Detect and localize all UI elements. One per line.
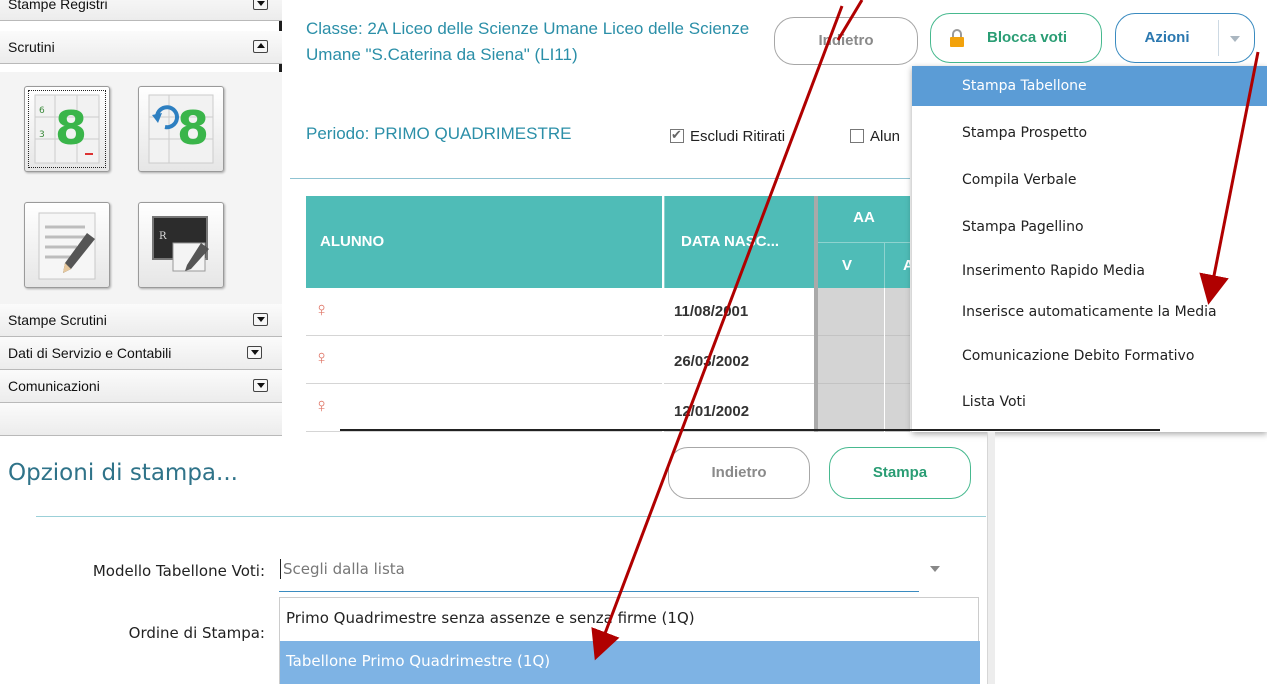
voti-proposti-tile[interactable]: 6 3 8 — [24, 86, 110, 172]
scrutinio-table: ALUNNO DATA NASC... AA V A ♀ 11/08/2001 … — [306, 196, 910, 432]
sidebar-section-label: Scrutini — [8, 39, 55, 55]
sidebar-section-label: Comunicazioni — [8, 378, 100, 394]
screenshot-separator — [340, 429, 1160, 431]
blocca-voti-button[interactable]: Blocca voti — [930, 13, 1102, 63]
menu-item-inserimento-rapido-media[interactable]: Inserimento Rapido Media — [912, 251, 1267, 291]
scrollbar[interactable] — [987, 432, 995, 684]
menu-item-stampa-tabellone[interactable]: Stampa Tabellone — [912, 66, 1267, 106]
expand-icon[interactable] — [253, 313, 268, 326]
print-options-title: Opzioni di stampa... — [8, 460, 238, 486]
blackboard-icon: R — [152, 216, 209, 272]
menu-item-debito-formativo[interactable]: Comunicazione Debito Formativo — [912, 336, 1267, 376]
sidebar-section-label: Stampe Scrutini — [8, 312, 107, 328]
grade-cell[interactable] — [818, 384, 884, 432]
voti-finali-tile[interactable]: 8 — [138, 86, 224, 172]
modello-options-list: Primo Quadrimestre senza assenze e senza… — [279, 597, 980, 684]
subheader-v: V — [818, 242, 884, 288]
sidebar-section-stampe-scrutini[interactable]: Stampe Scrutini — [0, 304, 282, 337]
female-icon: ♀ — [306, 336, 662, 384]
class-title: Classe: 2A Liceo delle Scienze Umane Lic… — [306, 19, 750, 64]
svg-text:R: R — [159, 231, 167, 242]
header-label: AA — [853, 209, 875, 226]
sidebar-section-comunicazioni[interactable]: Comunicazioni — [0, 370, 282, 403]
menu-item-stampa-pagellino[interactable]: Stampa Pagellino — [912, 207, 1267, 247]
sidebar-section-stampe-registri[interactable]: Stampe Registri — [0, 0, 282, 21]
female-icon: ♀ — [306, 288, 662, 336]
menu-item-compila-verbale[interactable]: Compila Verbale — [912, 160, 1267, 200]
expand-icon[interactable] — [247, 346, 262, 359]
section-divider — [36, 516, 986, 517]
expand-icon[interactable] — [253, 379, 268, 392]
checkbox-label: Escludi Ritirati — [690, 128, 786, 145]
sidebar-section-label: Dati di Servizio e Contabili — [8, 345, 172, 361]
column-header-aa[interactable]: AA — [818, 196, 910, 242]
indietro-button[interactable]: Indietro — [668, 447, 810, 499]
column-header-alunno[interactable]: ALUNNO — [306, 196, 662, 288]
grade-cell[interactable] — [885, 336, 910, 384]
menu-item-inserisce-media[interactable]: Inserisce automaticamente la Media — [912, 292, 1267, 332]
menu-item-lista-voti[interactable]: Lista Voti — [912, 382, 1267, 422]
azioni-dropdown-menu: Stampa Tabellone Stampa Prospetto Compil… — [912, 66, 1267, 432]
modello-select-input[interactable]: Scegli dalla lista — [280, 559, 405, 579]
checkbox-label: Alun — [870, 128, 901, 145]
checkbox-unchecked-icon[interactable] — [850, 129, 864, 143]
grade-cell[interactable] — [885, 288, 910, 336]
sidebar-section-label: Stampe Registri — [8, 0, 108, 12]
option-primo-quadrimestre-senza-assenze[interactable]: Primo Quadrimestre senza assenze e senza… — [280, 598, 980, 639]
birth-date: 26/03/2002 — [664, 336, 814, 384]
button-label: Indietro — [818, 32, 874, 49]
svg-text:6: 6 — [39, 106, 45, 116]
menu-item-stampa-prospetto[interactable]: Stampa Prospetto — [912, 113, 1267, 153]
expand-icon[interactable] — [253, 0, 268, 10]
chevron-down-icon[interactable] — [1230, 36, 1240, 42]
header-label: DATA NASC... — [681, 233, 780, 250]
grade-cell[interactable] — [818, 336, 884, 384]
split-divider — [1218, 20, 1219, 56]
select-underline — [279, 591, 919, 592]
button-label: Indietro — [711, 464, 767, 481]
checkbox-checked-icon[interactable] — [670, 127, 684, 143]
composite-screenshot: Stampe Registri Scrutini 6 3 8 8 R Stamp… — [0, 0, 1267, 684]
indietro-button[interactable]: Indietro — [774, 17, 918, 65]
header-label: A — [903, 257, 910, 274]
svg-text:3: 3 — [39, 130, 45, 140]
azioni-split-button[interactable]: Azioni — [1115, 13, 1255, 63]
stampa-button[interactable]: Stampa — [829, 447, 971, 499]
lavagna-tile[interactable]: R — [138, 202, 224, 288]
escludi-ritirati-checkbox[interactable]: Escludi Ritirati — [670, 127, 786, 145]
collapse-icon[interactable] — [253, 40, 268, 53]
sidebar-section-partial[interactable] — [0, 403, 282, 436]
grade-cell[interactable] — [885, 384, 910, 432]
button-label: Stampa — [872, 464, 928, 481]
column-header-data-nascita[interactable]: DATA NASC... — [664, 196, 814, 288]
modello-label: Modello Tabellone Voti: — [92, 562, 265, 580]
female-icon: ♀ — [306, 384, 662, 432]
subheader-a: A — [884, 242, 910, 288]
period-label: Periodo: PRIMO QUADRIMESTRE — [306, 124, 572, 143]
azioni-button[interactable]: Azioni — [1116, 14, 1218, 62]
verbale-tile[interactable] — [24, 202, 110, 288]
grade-eight: 8 — [177, 101, 210, 155]
sidebar-section-scrutini[interactable]: Scrutini — [0, 31, 282, 64]
chevron-down-icon[interactable] — [930, 566, 940, 572]
option-tabellone-primo-quadrimestre[interactable]: Tabellone Primo Quadrimestre (1Q) — [280, 641, 980, 684]
button-label: Blocca voti — [986, 29, 1068, 46]
header-label: ALUNNO — [320, 233, 385, 250]
document-edit-icon — [38, 212, 96, 280]
grade-cell[interactable] — [818, 288, 884, 336]
sidebar: Stampe Registri Scrutini 6 3 8 8 R Stamp… — [0, 0, 282, 436]
header-label: V — [842, 257, 853, 274]
birth-date: 11/08/2001 — [664, 288, 814, 336]
section-divider — [290, 178, 910, 179]
ordine-label: Ordine di Stampa: — [128, 624, 265, 642]
alunni-checkbox[interactable]: Alun — [850, 128, 900, 145]
grade-eight: 8 — [55, 101, 88, 155]
scrutini-icon-panel: 6 3 8 8 R — [0, 72, 282, 308]
birth-date: 12/01/2002 — [664, 384, 814, 432]
lock-icon — [950, 29, 964, 47]
sidebar-section-dati-servizio[interactable]: Dati di Servizio e Contabili — [0, 337, 282, 370]
